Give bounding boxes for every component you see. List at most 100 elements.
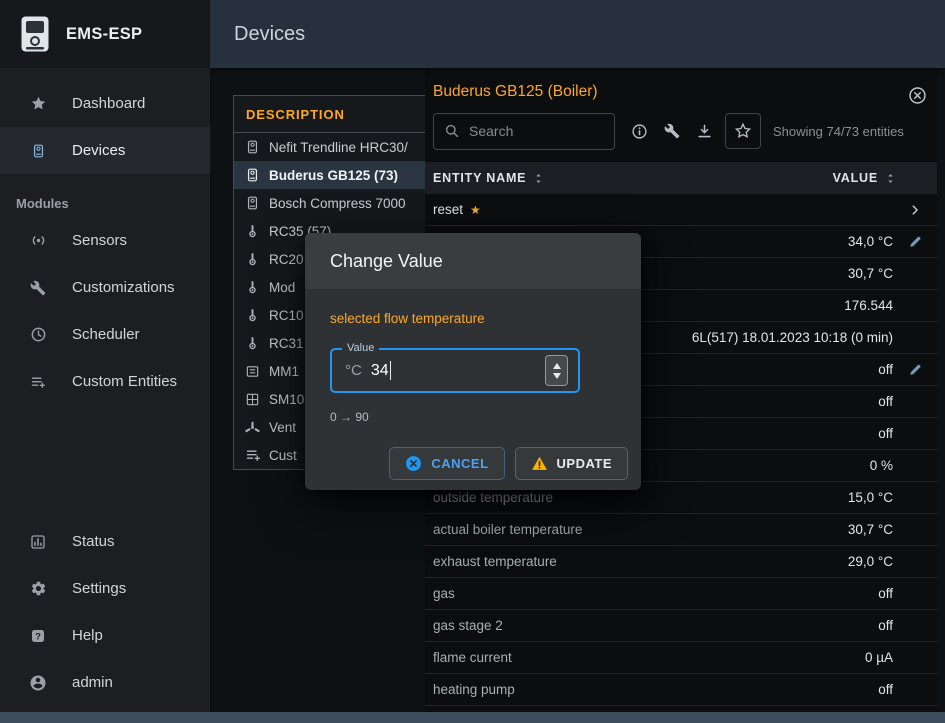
list-plus-icon	[26, 374, 50, 390]
app-window: Devices EMS-ESP DashboardDevices Modules…	[0, 0, 945, 723]
favorites-filter-button[interactable]	[725, 113, 761, 149]
dialog-actions: CANCEL UPDATE	[389, 447, 628, 480]
entity-value: off	[878, 682, 893, 697]
sidebar-item-label: Status	[72, 533, 115, 550]
entity-value: off	[878, 394, 893, 409]
account-icon	[26, 674, 50, 692]
maintenance-icon[interactable]	[664, 123, 680, 139]
sort-by-entity-name[interactable]: ENTITY NAME	[433, 171, 545, 185]
sidebar-item-label: Settings	[72, 580, 126, 597]
sidebar-item-label: Dashboard	[72, 95, 145, 112]
sidebar-item-sensors[interactable]: Sensors	[0, 217, 210, 264]
entity-edit-button[interactable]	[893, 234, 937, 249]
sidebar-item-dashboard[interactable]: Dashboard	[0, 80, 210, 127]
sidebar-item-admin[interactable]: admin	[0, 659, 210, 706]
dialog-entity-label: selected flow temperature	[330, 311, 628, 326]
module-icon	[244, 364, 261, 379]
entity-row[interactable]: actual boiler temperature30,7 °C	[425, 514, 937, 546]
entity-edit-button[interactable]	[893, 362, 937, 377]
value-input[interactable]: Value °C 34	[330, 348, 580, 393]
sidebar-item-help[interactable]: ?Help	[0, 612, 210, 659]
entity-value: 29,0 °C	[848, 554, 893, 569]
cancel-button[interactable]: CANCEL	[389, 447, 504, 480]
device-label: MM1	[269, 364, 299, 379]
sidebar-item-label: Sensors	[72, 232, 127, 249]
sidebar-item-devices[interactable]: Devices	[0, 127, 210, 174]
column-value: VALUE	[833, 171, 878, 185]
stepper-up-icon[interactable]	[553, 363, 561, 369]
dialog-body: selected flow temperature Value °C 34 0 …	[305, 289, 641, 424]
dialog-title: Change Value	[305, 233, 641, 289]
update-button-label: UPDATE	[557, 456, 612, 471]
sidebar-item-label: Devices	[72, 142, 125, 159]
change-value-dialog: Change Value selected flow temperature V…	[305, 233, 641, 490]
chevron-right-icon	[908, 203, 922, 217]
value-unit: °C	[345, 362, 362, 379]
warning-icon	[531, 455, 548, 472]
device-label: Bosch Compress 7000	[269, 196, 406, 211]
entity-value: 15,0 °C	[848, 490, 893, 505]
sidebar: EMS-ESP DashboardDevices Modules Sensors…	[0, 0, 210, 712]
clock-icon	[26, 326, 50, 343]
wrench-icon	[26, 280, 50, 296]
star-icon	[734, 122, 752, 140]
solar-module-icon	[244, 392, 261, 407]
search-box[interactable]	[433, 113, 615, 150]
page-title: Devices	[234, 23, 305, 46]
sidebar-item-label: admin	[72, 674, 113, 691]
pencil-icon	[908, 234, 923, 249]
entity-name: actual boiler temperature	[433, 522, 848, 537]
pencil-icon	[908, 362, 923, 377]
top-app-bar: Devices	[210, 0, 945, 68]
sidebar-item-status[interactable]: Status	[0, 518, 210, 565]
value-input-value: 34	[371, 362, 389, 380]
entity-row[interactable]: gasoff	[425, 578, 937, 610]
sidebar-footer: Status Settings ?Help admin	[0, 518, 210, 712]
sidebar-item-settings[interactable]: Settings	[0, 565, 210, 612]
device-panel-title: Buderus GB125 (Boiler)	[433, 83, 598, 101]
update-button[interactable]: UPDATE	[515, 447, 628, 480]
cancel-button-label: CANCEL	[431, 456, 488, 471]
number-stepper[interactable]	[545, 355, 568, 386]
entity-row[interactable]: reset★	[425, 194, 937, 226]
entities-summary: Showing 74/73 entities	[773, 124, 904, 139]
entity-row[interactable]: gas stage 2off	[425, 610, 937, 642]
entity-table-header: ENTITY NAME VALUE	[425, 162, 937, 194]
column-entity-name: ENTITY NAME	[433, 171, 526, 185]
entity-expand-button[interactable]	[893, 203, 937, 217]
entity-name: flame current	[433, 650, 865, 665]
device-label: Cust	[269, 448, 297, 463]
search-input[interactable]	[469, 123, 597, 139]
cancel-icon	[405, 455, 422, 472]
info-icon[interactable]	[631, 123, 648, 140]
entity-value: 30,7 °C	[848, 266, 893, 281]
entity-name: reset★	[433, 202, 893, 217]
entity-value: off	[878, 618, 893, 633]
close-icon[interactable]	[908, 86, 927, 105]
entity-name: gas stage 2	[433, 618, 878, 633]
device-label: Mod	[269, 280, 295, 295]
app-logo-icon	[20, 15, 50, 53]
favorite-star-icon: ★	[470, 203, 481, 217]
entity-row[interactable]: exhaust temperature29,0 °C	[425, 546, 937, 578]
entity-value: 30,7 °C	[848, 522, 893, 537]
sort-by-value[interactable]: VALUE	[833, 171, 897, 185]
device-label: Nefit Trendline HRC30/	[269, 140, 408, 155]
boiler-icon	[244, 195, 261, 211]
thermostat-icon	[244, 279, 261, 295]
entity-value: 0 %	[870, 458, 893, 473]
sidebar-item-customizations[interactable]: Customizations	[0, 264, 210, 311]
thermostat-icon	[244, 223, 261, 239]
download-icon[interactable]	[696, 123, 713, 140]
list-plus-icon	[244, 447, 261, 463]
value-input-label: Value	[342, 342, 379, 354]
entity-row[interactable]: flame current0 µA	[425, 642, 937, 674]
sidebar-item-scheduler[interactable]: Scheduler	[0, 311, 210, 358]
entity-row[interactable]: heating pumpoff	[425, 674, 937, 706]
stepper-down-icon[interactable]	[553, 373, 561, 379]
sidebar-primary: Dashboard Devices	[0, 68, 210, 174]
sidebar-item-custom-entities[interactable]: Custom Entities	[0, 358, 210, 405]
bottom-strip	[0, 712, 945, 723]
sensors-icon	[26, 232, 50, 249]
entity-value: 0 µA	[865, 650, 893, 665]
